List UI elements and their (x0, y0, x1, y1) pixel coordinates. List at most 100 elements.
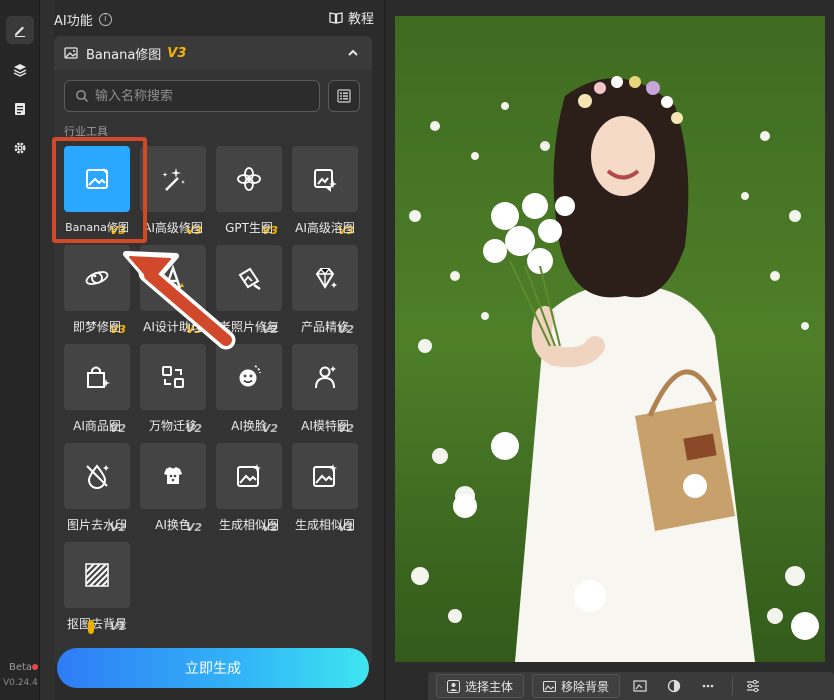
tool-ai-advanced-blend[interactable]: V3 AI高级溶图 (292, 146, 358, 239)
tool-icon-box (292, 344, 358, 410)
gear-icon[interactable] (6, 134, 34, 162)
dropdown-version: V3 (167, 45, 187, 61)
dream-icon (85, 271, 109, 285)
tool-ai-design-assistant[interactable]: V3 AI设计助理 (140, 245, 206, 338)
remove-background-button[interactable]: 移除背景 (532, 674, 621, 698)
tool-label: 图片去水印 (66, 518, 127, 532)
tool-icon-box (216, 245, 282, 311)
remove-background-label: 移除背景 (561, 679, 610, 694)
tool-icon-box (216, 443, 282, 509)
tool-icon-box (292, 245, 358, 311)
tool-label: AI高级修图 (143, 221, 203, 235)
shopping-bag-icon (87, 366, 110, 388)
canvas-area (386, 0, 834, 700)
tool-icon-box (64, 344, 130, 410)
beta-label: Beta (9, 662, 33, 673)
gpt-knot-icon (237, 167, 261, 191)
cutout-icon (85, 563, 109, 587)
tool-icon-box (140, 146, 206, 212)
tool-label: AI设计助理 (143, 320, 203, 334)
tool-label: AI换脸 (231, 419, 267, 433)
tool-icon-box (216, 146, 282, 212)
tool-object-transfer[interactable]: V2 万物迁移 (140, 344, 206, 437)
tool-dream-retouch[interactable]: V3 即梦修图 (64, 245, 130, 338)
adjust-button[interactable] (739, 674, 767, 698)
generate-button[interactable]: 立即生成 (57, 648, 369, 688)
crop-image-icon (633, 680, 647, 692)
palette-icon (164, 467, 182, 484)
tool-ai-model-image[interactable]: V2 AI模特图 (292, 344, 358, 437)
dropdown-name: Banana修图 (86, 47, 162, 63)
similar-image-icon (237, 464, 261, 487)
search-input[interactable] (95, 88, 295, 104)
tool-icon-box (140, 443, 206, 509)
tool-ai-recolor[interactable]: V2 AI换色 (140, 443, 206, 536)
contrast-icon (667, 679, 681, 693)
ai-function-panel: AI功能 i 教程 Banana修图 V3 行业工具 (40, 0, 384, 700)
face-swap-icon (239, 365, 261, 387)
document-icon[interactable] (6, 95, 34, 123)
crop-image-button[interactable] (626, 674, 654, 698)
image-icon (543, 680, 557, 692)
tool-watermark-remove[interactable]: V2 图片去水印 (64, 443, 130, 536)
list-view-button[interactable] (328, 80, 360, 112)
design-assist-icon (164, 264, 184, 289)
tool-icon-box (292, 146, 358, 212)
canvas-toolbar: 选择主体 移除背景 (428, 672, 834, 700)
section-title: 行业工具 (64, 125, 108, 138)
photo-illustration (395, 16, 825, 662)
tool-label: 抠图去背景 (66, 617, 127, 631)
contrast-button[interactable] (660, 674, 688, 698)
tutorial-label: 教程 (347, 12, 374, 27)
tool-old-photo-repair[interactable]: V2 老照片修复 (216, 245, 282, 338)
tool-icon-box (216, 344, 282, 410)
tool-cutout-background[interactable]: V1 抠图去背景 (64, 542, 130, 635)
scroll-marker (88, 620, 94, 634)
tool-similar-image-v2[interactable]: V2 生成相似图 (216, 443, 282, 536)
beta-dot (32, 664, 38, 670)
image-blend-icon (314, 169, 337, 192)
version-label: V0.24.4 (3, 678, 38, 688)
tool-banana-retouch[interactable]: V3 Banana修图 (64, 146, 130, 239)
model-icon (315, 366, 336, 389)
tool-label: 即梦修图 (72, 320, 121, 334)
tool-label: AI高级溶图 (295, 221, 355, 235)
info-icon[interactable]: i (98, 12, 112, 26)
tool-product-retouch[interactable]: V2 产品精修 (292, 245, 358, 338)
select-subject-button[interactable]: 选择主体 (436, 674, 525, 698)
tool-ai-advanced-retouch[interactable]: V3 AI高级修图 (140, 146, 206, 239)
image-edit-icon (86, 168, 108, 189)
tool-icon-box (64, 542, 130, 608)
list-icon (337, 89, 351, 103)
tool-dropdown[interactable]: Banana修图 V3 (54, 36, 372, 70)
search-box[interactable] (64, 80, 320, 112)
person-icon (447, 679, 460, 693)
tool-label: 生成相似图 (294, 518, 355, 532)
tool-gpt-generate[interactable]: V3 GPT生图 (216, 146, 282, 239)
search-icon (76, 90, 88, 102)
chevron-up-icon[interactable] (346, 46, 360, 60)
magic-wand-icon (162, 168, 185, 191)
tool-ai-face-swap[interactable]: V2 AI换脸 (216, 344, 282, 437)
tool-label: 万物迁移 (148, 419, 197, 433)
select-subject-label: 选择主体 (465, 679, 514, 694)
tool-icon-box (64, 443, 130, 509)
tool-label: AI商品图 (73, 419, 121, 433)
tool-label: GPT生图 (225, 221, 273, 235)
canvas-photo[interactable] (395, 16, 825, 662)
tool-icon-box (64, 146, 130, 212)
layers-icon[interactable] (6, 56, 34, 84)
tool-ai-product-image[interactable]: V2 AI商品图 (64, 344, 130, 437)
diamond-icon (315, 268, 337, 289)
app-window: Beta V0.24.4 AI功能 i 教程 Banana修图 V3 输入名称搜… (0, 0, 834, 700)
sliders-icon (747, 679, 760, 693)
toolbar-separator (732, 677, 734, 695)
tutorial-button[interactable]: 教程 (329, 8, 374, 27)
tool-similar-image-v1[interactable]: V1 生成相似图 (292, 443, 358, 536)
edit-icon[interactable] (6, 16, 34, 44)
tool-label: Banana修图 (65, 221, 129, 234)
more-icon (702, 684, 714, 688)
tool-icon-box (292, 443, 358, 509)
tool-label: 生成相似图 (218, 518, 279, 532)
more-button[interactable] (694, 674, 722, 698)
